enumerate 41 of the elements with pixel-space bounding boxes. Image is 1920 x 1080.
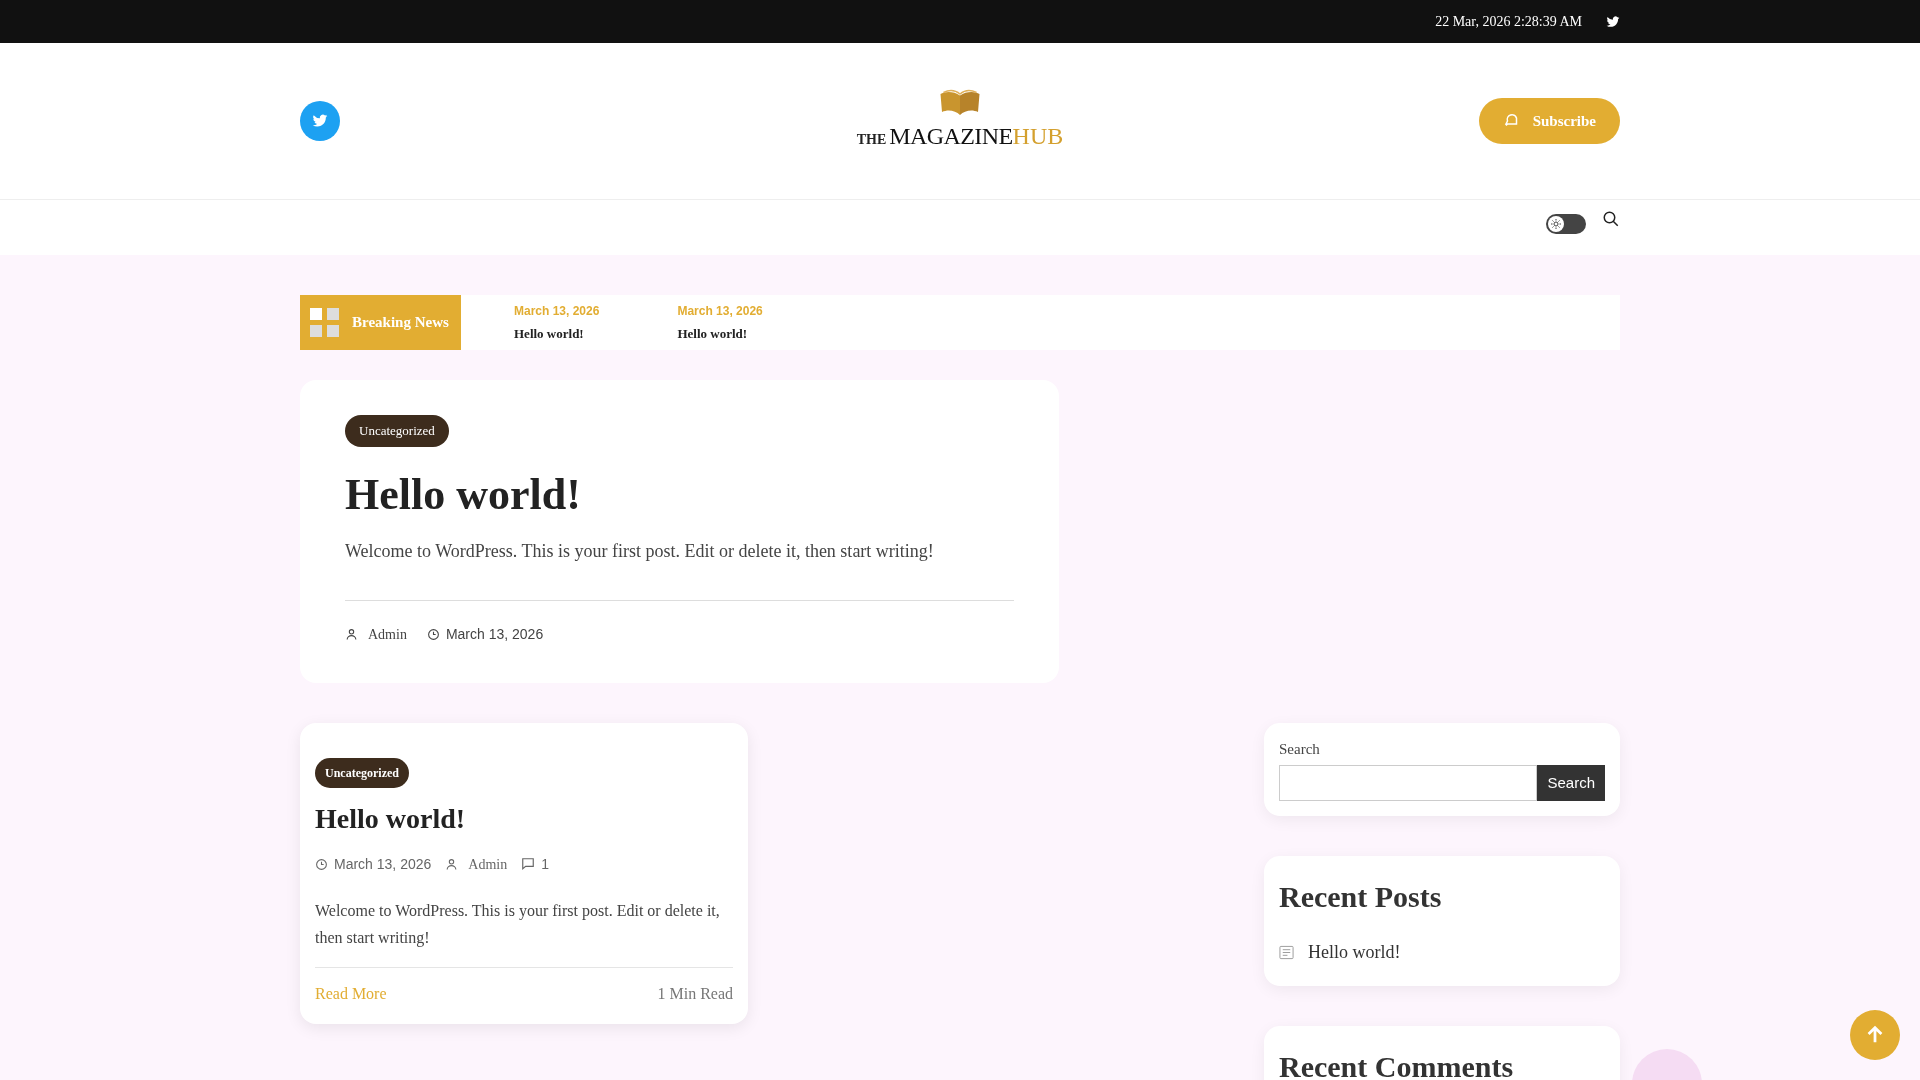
news-date: March 13, 2026 [514,302,600,320]
post-title[interactable]: Hello world! [315,797,733,840]
post-excerpt: Welcome to WordPress. This is your first post. Edit or delete it, then start writing! [315,896,733,968]
bird-icon [1606,14,1620,29]
twitter-link[interactable] [1606,14,1620,29]
news-title[interactable]: Hello world! [514,323,600,344]
category-tag[interactable]: Uncategorized [345,415,449,447]
search-label: Search [1279,739,1321,759]
grid-icon [310,307,340,338]
logo-text: HUB [1012,122,1064,151]
dark-mode-toggle[interactable] [1546,214,1586,234]
author-link[interactable]: Admin [368,623,407,645]
post-date: March 13, 2026 [334,854,432,874]
logo-text: THE [856,131,887,149]
read-time: 1 Min Read [657,983,733,1004]
sun-icon [1550,218,1562,230]
date-time: 22 Mar, 2026 2:28:39 AM [1435,13,1582,31]
clock-icon [315,857,328,871]
comment-count: 1 [541,854,549,874]
search-icon[interactable] [1602,210,1620,228]
person-icon [345,627,358,641]
search-field[interactable] [1279,765,1538,801]
post-title[interactable]: Hello world! [345,466,1014,522]
twitter-button[interactable] [300,101,340,141]
author-link[interactable]: Admin [468,853,508,875]
comment-icon [521,857,536,871]
breaking-news-label: Breaking News [300,295,461,350]
post-excerpt: Welcome to WordPress. This is your first post. Edit or delete it, then start writing! [345,537,1014,601]
recent-post-link[interactable]: Hello world! [1308,939,1401,966]
person-icon [445,857,459,871]
document-icon [1279,945,1294,960]
widget-title: Recent Comments [1279,1049,1515,1080]
clock-icon [426,627,440,641]
search-button[interactable]: Search [1537,765,1605,801]
logo-text: MAGAZINE [889,122,1013,151]
news-date: March 13, 2026 [677,302,763,320]
post-date: March 13, 2026 [445,624,544,644]
category-tag[interactable]: Uncategorized [315,757,409,788]
bird-icon [312,113,328,129]
widget-title: Recent Posts [1279,879,1443,915]
news-title[interactable]: Hello world! [677,323,763,344]
